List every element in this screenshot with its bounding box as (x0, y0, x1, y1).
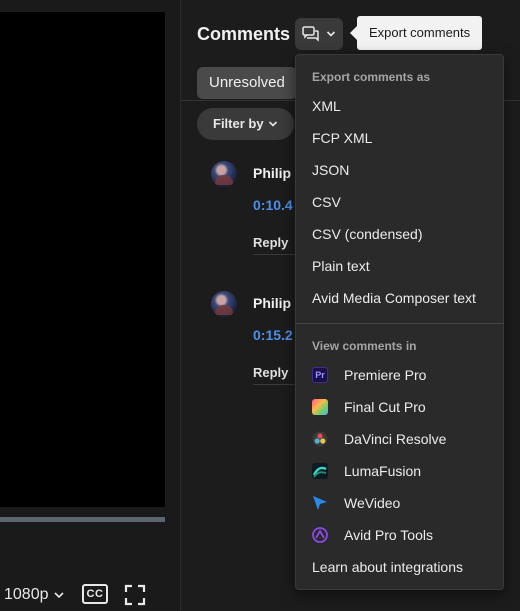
filter-by-button[interactable]: Filter by (197, 108, 294, 140)
view-heading: View comments in (312, 339, 417, 353)
app-label: Final Cut Pro (344, 399, 426, 415)
avatar (211, 161, 237, 187)
player-controls: 1080p CC (0, 580, 180, 608)
export-comments-button[interactable] (295, 18, 343, 50)
chevron-down-icon (53, 592, 64, 599)
comments-title: Comments (197, 24, 291, 44)
cc-label: CC (86, 588, 104, 600)
export-json[interactable]: JSON (312, 162, 349, 178)
avatar (211, 291, 237, 317)
premiere-pro-icon: Pr (312, 367, 328, 383)
final-cut-pro-icon (312, 399, 328, 415)
export-fcp-xml[interactable]: FCP XML (312, 130, 372, 146)
view-in-avid-pro-tools[interactable]: Avid Pro Tools (312, 527, 433, 543)
export-tooltip: Export comments (349, 16, 483, 50)
chevron-down-icon (268, 121, 277, 127)
view-in-premiere-pro[interactable]: Pr Premiere Pro (312, 367, 426, 383)
video-viewport[interactable] (0, 12, 165, 507)
menu-separator (296, 323, 503, 324)
comment-timecode[interactable]: 0:15.2 (253, 327, 293, 343)
wevideo-icon (312, 495, 328, 511)
learn-about-integrations-link[interactable]: Learn about integrations (312, 559, 463, 575)
quality-label: 1080p (4, 586, 49, 603)
reply-button[interactable]: Reply (253, 365, 288, 380)
video-player: 1080p CC (0, 0, 180, 611)
comment-timecode[interactable]: 0:10.4 (253, 197, 293, 213)
comments-export-icon (302, 26, 319, 42)
comment-author: Philip (253, 295, 292, 311)
export-avid-text[interactable]: Avid Media Composer text (312, 290, 476, 306)
app-label: WeVideo (344, 495, 401, 511)
tab-unresolved[interactable]: Unresolved (197, 67, 297, 99)
export-menu: Export comments as XML FCP XML JSON CSV … (295, 54, 504, 590)
export-plain-text[interactable]: Plain text (312, 258, 370, 274)
app-label: DaVinci Resolve (344, 431, 447, 447)
app-label: Premiere Pro (344, 367, 427, 383)
view-in-davinci-resolve[interactable]: DaVinci Resolve (312, 431, 446, 447)
filter-by-label: Filter by (213, 116, 264, 131)
view-in-wevideo[interactable]: WeVideo (312, 495, 400, 511)
avid-pro-tools-icon (312, 527, 328, 543)
scrub-bar[interactable] (0, 517, 165, 522)
reply-button[interactable]: Reply (253, 235, 288, 250)
export-csv[interactable]: CSV (312, 194, 341, 210)
comment-author: Philip (253, 165, 292, 181)
export-csv-condensed[interactable]: CSV (condensed) (312, 226, 423, 242)
view-in-lumafusion[interactable]: LumaFusion (312, 463, 421, 479)
quality-selector[interactable]: 1080p (4, 586, 65, 604)
lumafusion-icon (312, 463, 328, 479)
export-xml[interactable]: XML (312, 98, 341, 114)
export-heading: Export comments as (312, 70, 431, 84)
app-label: Avid Pro Tools (344, 527, 433, 543)
chevron-down-icon (326, 31, 336, 37)
davinci-resolve-icon (312, 431, 328, 447)
view-in-final-cut-pro[interactable]: Final Cut Pro (312, 399, 426, 415)
closed-captions-button[interactable]: CC (82, 584, 108, 604)
fullscreen-icon[interactable] (124, 584, 146, 606)
app-label: LumaFusion (344, 463, 422, 479)
